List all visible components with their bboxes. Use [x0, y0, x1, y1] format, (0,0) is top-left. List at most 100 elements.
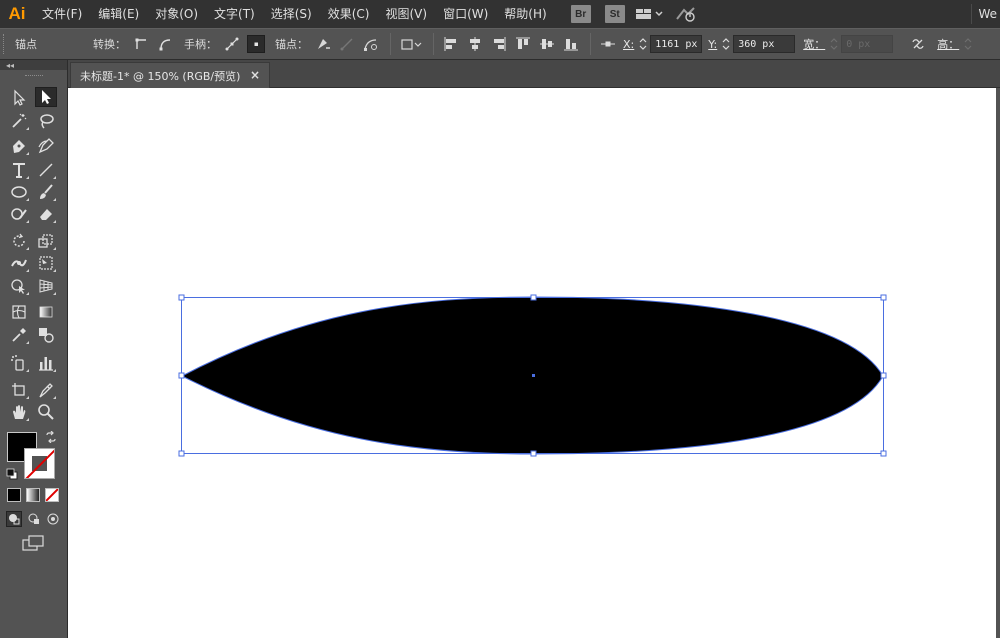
constrain-proportions-icon[interactable]	[909, 35, 927, 53]
separator	[390, 33, 391, 55]
menu-effect[interactable]: 效果(C)	[320, 0, 378, 28]
menu-edit[interactable]: 编辑(E)	[90, 0, 147, 28]
menu-type[interactable]: 文字(T)	[206, 0, 263, 28]
rotate-tool-icon[interactable]	[8, 231, 30, 251]
menu-file[interactable]: 文件(F)	[34, 0, 90, 28]
convert-label: 转换：	[93, 38, 126, 51]
draw-inside-icon[interactable]	[45, 511, 61, 527]
document-tabs: 未标题-1* @ 150% (RGB/预览) ×	[68, 60, 1000, 88]
sync-settings-icon[interactable]	[675, 0, 697, 28]
align-top-icon[interactable]	[514, 35, 532, 53]
menu-help[interactable]: 帮助(H)	[496, 0, 554, 28]
eyedropper-tool-icon[interactable]	[8, 325, 30, 345]
separator	[590, 33, 591, 55]
y-label: Y:	[708, 37, 718, 51]
menu-view[interactable]: 视图(V)	[377, 0, 435, 28]
app-logo: Ai	[8, 4, 26, 23]
zoom-tool-icon[interactable]	[35, 402, 57, 422]
shaper-tool-icon[interactable]	[8, 204, 30, 224]
line-segment-tool-icon[interactable]	[35, 160, 57, 180]
menu-object[interactable]: 对象(O)	[147, 0, 206, 28]
magic-wand-tool-icon[interactable]	[8, 111, 30, 131]
anchors-label: 锚点：	[275, 38, 308, 51]
direct-selection-tool-icon[interactable]	[35, 87, 57, 107]
blend-tool-icon[interactable]	[35, 325, 57, 345]
gradient-mode-button[interactable]	[26, 488, 40, 502]
document-tab-title: 未标题-1* @ 150% (RGB/预览)	[80, 69, 241, 83]
separator	[433, 33, 434, 55]
menu-bar: Ai 文件(F) 编辑(E) 对象(O) 文字(T) 选择(S) 效果(C) 视…	[0, 0, 1000, 28]
color-mode-button[interactable]	[7, 488, 21, 502]
isolate-mask-icon[interactable]	[399, 35, 423, 53]
height-stepper-icon	[963, 35, 973, 53]
align-right-icon[interactable]	[490, 35, 508, 53]
draw-normal-icon[interactable]	[6, 511, 22, 527]
x-stepper-icon[interactable]	[638, 35, 648, 53]
free-transform-tool-icon[interactable]	[35, 253, 57, 273]
close-tab-icon[interactable]: ×	[250, 68, 260, 82]
y-input[interactable]: 360 px	[733, 35, 796, 53]
hide-handles-icon[interactable]	[247, 35, 265, 53]
canvas-area[interactable]	[68, 88, 1000, 638]
menu-window[interactable]: 窗口(W)	[435, 0, 496, 28]
shape-builder-tool-icon[interactable]	[8, 276, 30, 296]
lasso-tool-icon[interactable]	[35, 111, 57, 131]
align-left-icon[interactable]	[442, 35, 460, 53]
none-slash-icon	[46, 489, 58, 501]
stock-button[interactable]: St	[604, 5, 625, 23]
bridge-button[interactable]: Br	[570, 5, 591, 23]
menu-select[interactable]: 选择(S)	[263, 0, 320, 28]
default-fill-stroke-icon[interactable]	[6, 468, 18, 480]
x-label: X:	[623, 37, 635, 51]
width-tool-icon[interactable]	[8, 253, 30, 273]
workspace-divider	[971, 4, 972, 24]
column-graph-tool-icon[interactable]	[35, 353, 57, 373]
pen-tool-icon[interactable]	[8, 136, 30, 156]
workspace-switcher[interactable]: We	[978, 0, 1000, 28]
curvature-tool-icon[interactable]	[35, 136, 57, 156]
eraser-tool-icon[interactable]	[35, 204, 57, 224]
cut-path-icon[interactable]	[362, 35, 380, 53]
none-mode-button[interactable]	[45, 488, 59, 502]
draw-behind-icon[interactable]	[26, 511, 42, 527]
control-bar: 锚点 转换： 手柄： 锚点： X: 1161 px Y: 360 px 宽： 0…	[0, 28, 1000, 60]
type-tool-icon[interactable]	[8, 160, 30, 180]
gradient-tool-icon[interactable]	[35, 302, 57, 322]
ellipse-tool-icon[interactable]	[8, 182, 30, 202]
y-stepper-icon[interactable]	[721, 35, 731, 53]
handles-label: 手柄：	[184, 38, 217, 51]
screen-mode-icon[interactable]	[22, 534, 46, 552]
selection-tool-icon[interactable]	[8, 88, 30, 108]
connect-anchors-icon	[338, 35, 356, 53]
arrange-documents-icon[interactable]	[635, 0, 663, 28]
artboard-tool-icon[interactable]	[8, 380, 30, 400]
align-hcenter-icon[interactable]	[466, 35, 484, 53]
show-handles-icon[interactable]	[223, 35, 241, 53]
align-bottom-icon[interactable]	[562, 35, 580, 53]
height-label: 高：	[937, 38, 960, 51]
width-input: 0 px	[841, 35, 894, 53]
x-input[interactable]: 1161 px	[650, 35, 703, 53]
center-point	[532, 374, 535, 377]
symbol-sprayer-tool-icon[interactable]	[8, 353, 30, 373]
swap-fill-stroke-icon[interactable]	[45, 431, 57, 443]
hand-tool-icon[interactable]	[8, 402, 30, 422]
convert-to-corner-icon[interactable]	[132, 35, 150, 53]
stroke-color-swatch[interactable]	[24, 448, 55, 479]
perspective-grid-tool-icon[interactable]	[35, 276, 57, 296]
mesh-tool-icon[interactable]	[8, 302, 30, 322]
width-stepper-icon	[829, 35, 839, 53]
tools-panel-collapse[interactable]: ◂◂	[0, 60, 67, 70]
reference-point-icon[interactable]	[599, 35, 617, 53]
control-bar-grip[interactable]	[3, 34, 7, 54]
remove-anchor-icon[interactable]	[314, 35, 332, 53]
paintbrush-tool-icon[interactable]	[35, 182, 57, 202]
tools-panel-grip[interactable]	[0, 70, 67, 80]
document-tab[interactable]: 未标题-1* @ 150% (RGB/预览) ×	[70, 62, 270, 88]
control-mode-label: 锚点	[15, 38, 37, 51]
align-vcenter-icon[interactable]	[538, 35, 556, 53]
width-label: 宽：	[803, 38, 826, 51]
scale-tool-icon[interactable]	[35, 231, 57, 251]
convert-to-smooth-icon[interactable]	[156, 35, 174, 53]
slice-tool-icon[interactable]	[35, 380, 57, 400]
